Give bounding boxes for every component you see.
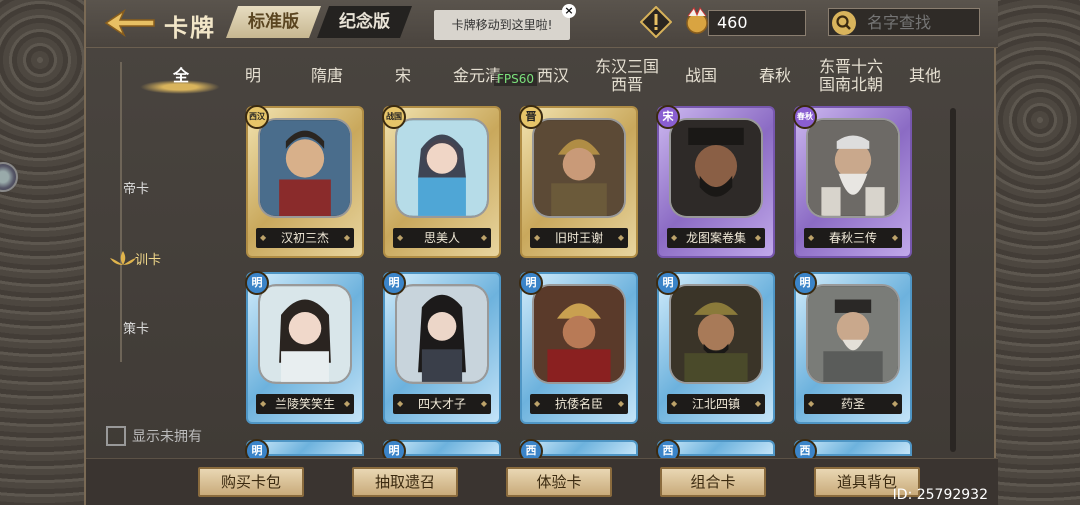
- card-item-partial[interactable]: 西: [656, 439, 775, 463]
- tab-commemorative-edition[interactable]: 纪念版: [317, 6, 412, 38]
- currency-amount: 460: [708, 10, 806, 36]
- buy-card-pack-button[interactable]: 购买卡包: [198, 467, 304, 497]
- card-item[interactable]: 战国 思美人: [382, 105, 501, 258]
- dynasty-badge: 战国: [382, 105, 406, 129]
- dynasty-badge: 宋: [656, 105, 680, 129]
- card-name: 四大才子: [393, 394, 491, 414]
- card-item[interactable]: 宋 龙图案卷集: [656, 105, 775, 258]
- left-ornament-panel: [0, 0, 84, 505]
- side-round-button[interactable]: [0, 162, 18, 192]
- card-name: 江北四镇: [667, 394, 765, 414]
- card-name: 抗倭名臣: [530, 394, 628, 414]
- draw-legacy-button[interactable]: 抽取遗召: [352, 467, 458, 497]
- card-moved-tooltip: 卡牌移动到这里啦! ×: [434, 4, 576, 40]
- dynasty-badge: 明: [656, 271, 680, 295]
- card-item[interactable]: 春秋 春秋三传: [793, 105, 912, 258]
- trial-card-button[interactable]: 体验卡: [506, 467, 612, 497]
- tab-standard-edition[interactable]: 标准版: [226, 6, 321, 38]
- card-name: 兰陵笑笑生: [256, 394, 354, 414]
- side-nav-line: [120, 62, 122, 362]
- card-item[interactable]: 明 兰陵笑笑生: [245, 271, 364, 424]
- card-grid-scrollbar[interactable]: [950, 108, 956, 452]
- card-item-partial[interactable]: 明: [382, 439, 501, 463]
- tab-spring-autumn[interactable]: 春秋: [736, 54, 814, 98]
- card-name: 春秋三传: [804, 228, 902, 248]
- fps-counter: FPS60: [494, 72, 538, 86]
- bottom-bar: 购买卡包 抽取遗召 体验卡 组合卡 道具背包 ID: 25792932: [86, 458, 998, 505]
- card-portrait: [532, 284, 626, 384]
- dynasty-tabs: 全 明 隋唐 宋 金元清 西汉 东汉三国 西晋 战国 春秋 东晋十六 国南北朝 …: [130, 54, 998, 98]
- side-nav-training-cards[interactable]: 训卡: [118, 249, 178, 268]
- dynasty-badge: 明: [519, 271, 543, 295]
- card-portrait: [395, 284, 489, 384]
- warning-icon[interactable]: [640, 6, 672, 38]
- card-name: 龙图案卷集: [667, 228, 765, 248]
- side-nav-strategy-cards[interactable]: 策卡: [106, 318, 166, 337]
- card-item[interactable]: 晋 旧时王谢: [519, 105, 638, 258]
- show-unowned-toggle[interactable]: 显示未拥有: [106, 426, 202, 446]
- card-item[interactable]: 明 江北四镇: [656, 271, 775, 424]
- tab-song[interactable]: 宋: [364, 54, 442, 98]
- tab-ming[interactable]: 明: [214, 54, 292, 98]
- card-portrait: [258, 284, 352, 384]
- card-portrait: [669, 284, 763, 384]
- dynasty-badge: 明: [382, 271, 406, 295]
- show-unowned-checkbox[interactable]: [106, 426, 126, 446]
- back-arrow-icon[interactable]: [104, 9, 156, 37]
- card-portrait: [806, 284, 900, 384]
- search-box: [828, 8, 980, 36]
- card-portrait: [669, 118, 763, 218]
- card-portrait: [395, 118, 489, 218]
- card-portrait: [532, 118, 626, 218]
- version-tabs: 标准版 纪念版: [226, 6, 412, 38]
- card-name: 旧时王谢: [530, 228, 628, 248]
- tab-all[interactable]: 全: [142, 54, 220, 98]
- side-nav-emperor-cards[interactable]: 帝卡: [106, 178, 166, 197]
- tab-eastern-han-three-kingdoms[interactable]: 东汉三国 西晋: [588, 54, 666, 98]
- card-item[interactable]: 明 药圣: [793, 271, 912, 424]
- dynasty-badge: 晋: [519, 105, 543, 129]
- search-input[interactable]: [867, 10, 975, 34]
- card-panel: 卡牌 标准版 纪念版 卡牌移动到这里啦! × 460 名字查找 全 明 隋唐 宋…: [84, 0, 998, 505]
- card-name: 药圣: [804, 394, 902, 414]
- card-item-partial[interactable]: 明: [245, 439, 364, 463]
- dynasty-badge: 西汉: [245, 105, 269, 129]
- search-icon[interactable]: [831, 10, 857, 36]
- show-unowned-label: 显示未拥有: [132, 429, 202, 445]
- tab-sixteen-kingdoms[interactable]: 东晋十六 国南北朝: [812, 54, 890, 98]
- card-portrait: [806, 118, 900, 218]
- card-portrait: [258, 118, 352, 218]
- tab-warring-states[interactable]: 战国: [662, 54, 740, 98]
- card-item[interactable]: 明 四大才子: [382, 271, 501, 424]
- dynasty-badge: 春秋: [793, 105, 817, 129]
- tooltip-text: 卡牌移动到这里啦!: [451, 18, 553, 32]
- top-bar: 卡牌 标准版 纪念版 卡牌移动到这里啦! × 460: [86, 0, 998, 48]
- dynasty-badge: 明: [245, 271, 269, 295]
- tooltip-close-icon[interactable]: ×: [562, 4, 576, 18]
- tab-sui-tang[interactable]: 隋唐: [288, 54, 366, 98]
- user-id: ID: 25792932: [892, 487, 988, 503]
- page-title: 卡牌: [164, 14, 216, 42]
- card-item-partial[interactable]: 西: [793, 439, 912, 463]
- card-item[interactable]: 西汉 汉初三杰: [245, 105, 364, 258]
- card-item[interactable]: 明 抗倭名臣: [519, 271, 638, 424]
- combo-card-button[interactable]: 组合卡: [660, 467, 766, 497]
- right-ornament-panel: [996, 0, 1080, 505]
- card-name: 思美人: [393, 228, 491, 248]
- tab-other[interactable]: 其他: [886, 54, 964, 98]
- dynasty-badge: 明: [793, 271, 817, 295]
- card-name: 汉初三杰: [256, 228, 354, 248]
- card-item-partial[interactable]: 西: [519, 439, 638, 463]
